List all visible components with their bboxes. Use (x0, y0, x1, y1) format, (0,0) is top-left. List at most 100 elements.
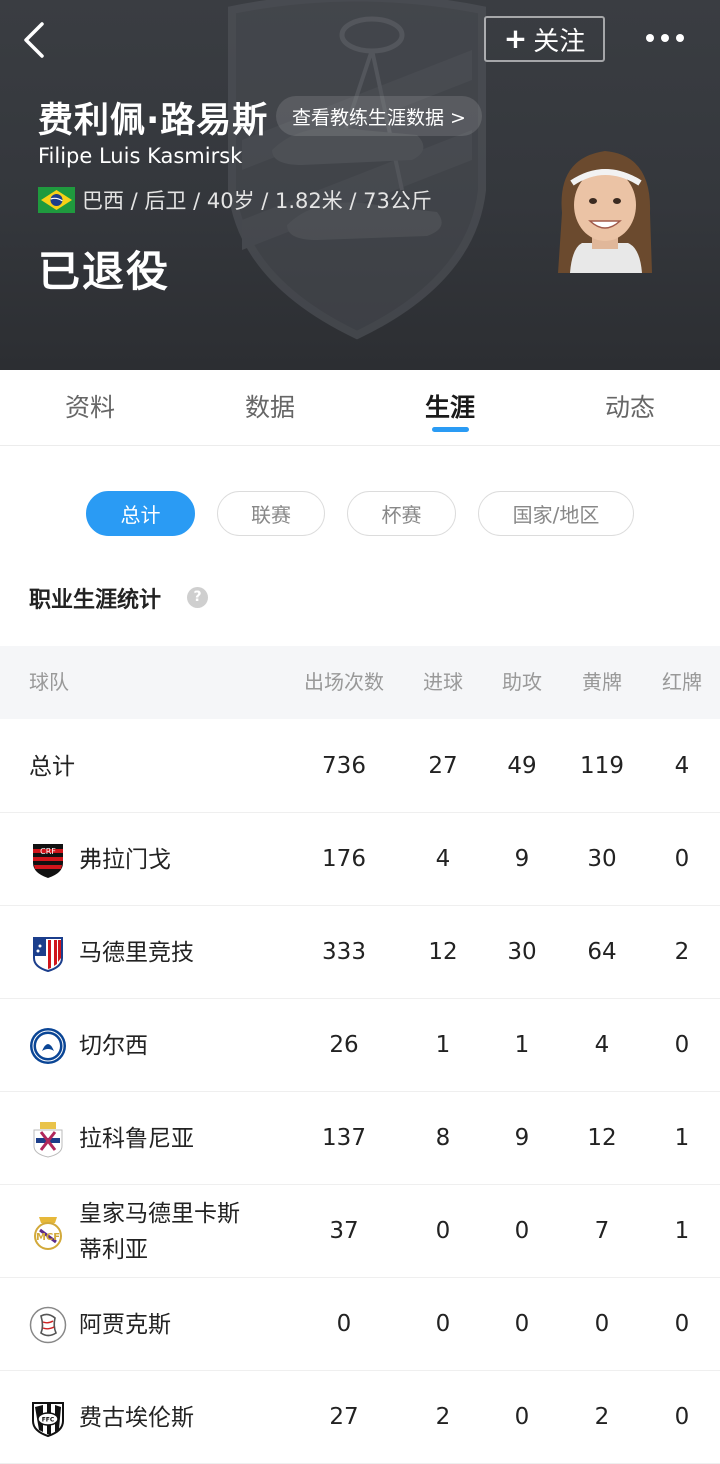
header-appearances: 出场次数 (304, 670, 384, 694)
figueirense-crest-icon: FFC (32, 1401, 64, 1437)
red-cards: 0 (674, 1404, 690, 1430)
appearances: 137 (322, 1125, 366, 1151)
assists: 0 (514, 1311, 530, 1337)
tab-stats[interactable]: 数据 (180, 370, 360, 446)
chelsea-crest-icon (30, 1027, 66, 1064)
yellow-cards: 4 (594, 1032, 610, 1058)
yellow-cards: 30 (587, 846, 617, 872)
player-name-en: Filipe Luis Kasmirsk (38, 144, 243, 168)
header-yellow-cards: 黄牌 (582, 670, 622, 694)
team-name: 马德里竞技 (79, 939, 194, 966)
team-name: 费古埃伦斯 (79, 1404, 194, 1431)
table-row[interactable]: 马德里竞技 333 12 30 64 2 (0, 906, 720, 999)
coach-career-link[interactable]: 查看教练生涯数据 > (276, 96, 482, 136)
player-name-cn: 费利佩·路易斯 (38, 101, 269, 141)
header-red-cards: 红牌 (662, 670, 702, 694)
appearances: 27 (329, 1404, 359, 1430)
goals: 8 (435, 1125, 451, 1151)
filter-league[interactable]: 联赛 (217, 491, 325, 536)
table-header: 球队 出场次数 进球 助攻 黄牌 红牌 (0, 646, 720, 719)
appearances: 0 (336, 1311, 352, 1337)
yellow-cards: 7 (594, 1218, 610, 1244)
yellow-cards: 0 (594, 1311, 610, 1337)
goals: 12 (428, 939, 458, 965)
header-goals: 进球 (423, 670, 463, 694)
goals: 1 (435, 1032, 451, 1058)
team-name: 弗拉门戈 (79, 846, 171, 873)
team-name-line-1: 皇家马德里卡斯 (79, 1200, 240, 1227)
team-name: 拉科鲁尼亚 (79, 1125, 194, 1152)
player-bio: 巴西 / 后卫 / 40岁 / 1.82米 / 73公斤 (82, 189, 432, 213)
red-cards: 0 (674, 1032, 690, 1058)
red-cards: 1 (674, 1125, 690, 1151)
ajax-crest-icon (29, 1306, 67, 1343)
yellow-cards: 2 (594, 1404, 610, 1430)
flamengo-crest-icon: CRF (33, 843, 63, 878)
goals: 0 (435, 1218, 451, 1244)
player-avatar (558, 151, 652, 273)
team-name: 皇家马德里卡斯 蒂利亚 (79, 1196, 240, 1268)
red-cards: 2 (674, 939, 690, 965)
red-cards: 1 (674, 1218, 690, 1244)
assists: 49 (507, 753, 537, 779)
appearances: 37 (329, 1218, 359, 1244)
player-status: 已退役 (38, 247, 171, 296)
svg-text:MCF: MCF (36, 1232, 60, 1243)
team-name: 总计 (29, 753, 75, 780)
table-row[interactable]: MCF 皇家马德里卡斯 蒂利亚 37 0 0 7 1 (0, 1185, 720, 1278)
red-cards: 0 (674, 1311, 690, 1337)
goals: 0 (435, 1311, 451, 1337)
tab-feed[interactable]: 动态 (540, 370, 720, 446)
player-header: + 关注 费利佩·路易斯 查看教练生涯数据 > Filipe Luis Kasm… (0, 0, 720, 370)
table-row[interactable]: 拉科鲁尼亚 137 8 9 12 1 (0, 1092, 720, 1185)
yellow-cards: 12 (587, 1125, 617, 1151)
brazil-flag-icon (38, 187, 75, 213)
more-options-icon[interactable] (646, 26, 694, 50)
table-row[interactable]: FFC 费古埃伦斯 27 2 0 2 0 (0, 1371, 720, 1464)
assists: 0 (514, 1218, 530, 1244)
section-title: 职业生涯统计 (29, 588, 162, 613)
deportivo-crest-icon (33, 1121, 63, 1158)
header-team: 球队 (29, 670, 69, 694)
assists: 1 (514, 1032, 530, 1058)
yellow-cards: 64 (587, 939, 617, 965)
assists: 0 (514, 1404, 530, 1430)
red-cards: 0 (674, 846, 690, 872)
yellow-cards: 119 (580, 753, 624, 779)
help-icon[interactable]: ? (187, 587, 208, 608)
team-name: 阿贾克斯 (79, 1311, 171, 1338)
team-name: 切尔西 (79, 1032, 148, 1059)
assists: 30 (507, 939, 537, 965)
club-crest-watermark (228, 0, 486, 340)
svg-text:FFC: FFC (42, 1416, 55, 1423)
tab-bar: 资料 数据 生涯 动态 (0, 370, 720, 446)
goals: 27 (428, 753, 458, 779)
goals: 2 (435, 1404, 451, 1430)
table-row[interactable]: 阿贾克斯 0 0 0 0 0 (0, 1278, 720, 1371)
atletico-crest-icon (33, 936, 63, 972)
filter-national[interactable]: 国家/地区 (478, 491, 634, 536)
tab-profile[interactable]: 资料 (0, 370, 180, 446)
active-tab-indicator (432, 427, 469, 432)
follow-button[interactable]: + 关注 (484, 16, 605, 62)
team-name-line-2: 蒂利亚 (79, 1236, 148, 1263)
appearances: 26 (329, 1032, 359, 1058)
red-cards: 4 (674, 753, 690, 779)
table-row[interactable]: 切尔西 26 1 1 4 0 (0, 999, 720, 1092)
assists: 9 (514, 1125, 530, 1151)
plus-icon: + (503, 22, 528, 55)
filter-total[interactable]: 总计 (86, 491, 195, 536)
table-row[interactable]: CRF 弗拉门戈 176 4 9 30 0 (0, 813, 720, 906)
svg-text:CRF: CRF (40, 847, 56, 856)
assists: 9 (514, 846, 530, 872)
header-assists: 助攻 (502, 670, 542, 694)
tab-career[interactable]: 生涯 (360, 370, 540, 446)
back-icon[interactable] (18, 20, 58, 60)
follow-label: 关注 (533, 26, 586, 57)
table-row-total: 总计 736 27 49 119 4 (0, 720, 720, 813)
real-madrid-crest-icon: MCF (34, 1216, 62, 1250)
appearances: 736 (322, 753, 366, 779)
appearances: 176 (322, 846, 366, 872)
goals: 4 (435, 846, 451, 872)
filter-cup[interactable]: 杯赛 (347, 491, 456, 536)
